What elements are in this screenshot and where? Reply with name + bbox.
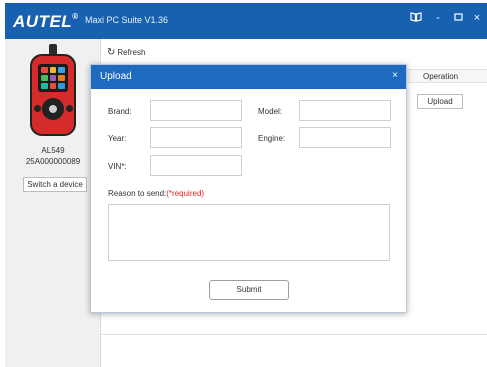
maximize-button[interactable] [451, 12, 465, 24]
brand-label: Brand: [108, 107, 132, 116]
brand-field[interactable] [150, 100, 242, 121]
close-button[interactable]: × [470, 12, 484, 24]
device-serial: 25A000000089 [25, 157, 81, 166]
dialog-close-icon[interactable]: × [392, 70, 398, 81]
autel-logo: AUTEL® [13, 12, 79, 32]
device-sidebar: AL549 25A000000089 Switch a device [5, 39, 101, 367]
book-icon[interactable] [409, 12, 423, 25]
device-body [30, 54, 76, 136]
engine-label: Engine: [258, 134, 286, 143]
vin-field[interactable] [150, 155, 242, 176]
refresh-button[interactable]: ↻ Refresh [107, 47, 145, 58]
device-screen [38, 64, 68, 92]
device-left-button [34, 105, 41, 112]
bottom-divider [101, 334, 487, 335]
minimize-button[interactable]: - [431, 12, 445, 24]
dialog-title: Upload [100, 71, 132, 82]
switch-device-button[interactable]: Switch a device [23, 177, 87, 192]
year-label: Year: [108, 134, 127, 143]
year-field[interactable] [150, 127, 242, 148]
device-right-button [66, 105, 73, 112]
device-image [30, 44, 76, 136]
app-title: Maxi PC Suite V1.36 [85, 15, 169, 25]
dialog-header: Upload × [91, 65, 406, 89]
reason-label-text: Reason to send: [108, 189, 167, 198]
registered-mark: ® [72, 12, 79, 21]
reason-label: Reason to send:(*required) [108, 189, 204, 198]
refresh-icon: ↻ [107, 47, 116, 58]
device-model: AL549 [41, 146, 65, 155]
engine-field[interactable] [299, 127, 391, 148]
reason-textarea[interactable] [108, 204, 390, 261]
vin-label: VIN*: [108, 162, 127, 171]
model-label: Model: [258, 107, 283, 116]
row-upload-button[interactable]: Upload [417, 94, 463, 109]
device-dpad [42, 98, 64, 120]
upload-dialog: Upload × Brand: Model: Year: Engine: VIN… [90, 64, 407, 313]
required-note: (*required) [166, 189, 205, 198]
title-bar: AUTEL® Maxi PC Suite V1.36 - × [5, 3, 487, 39]
refresh-label: Refresh [117, 48, 146, 57]
brand-text: AUTEL [13, 12, 73, 31]
operation-column-header: Operation [423, 72, 459, 81]
submit-button[interactable]: Submit [209, 280, 289, 300]
model-field[interactable] [299, 100, 391, 121]
